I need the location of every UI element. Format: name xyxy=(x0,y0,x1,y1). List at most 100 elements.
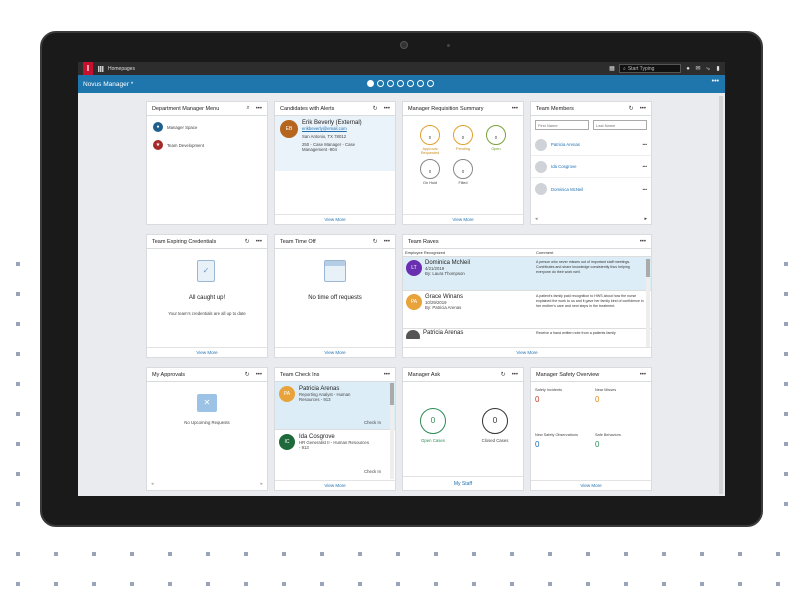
more-icon[interactable]: ••• xyxy=(512,106,518,112)
first-name-field[interactable] xyxy=(535,120,589,130)
open-count[interactable]: 0 xyxy=(486,125,506,145)
candidate-row[interactable]: EB Erik Beverly (External) erikbeverly@e… xyxy=(275,116,395,171)
scroll-right-icon[interactable]: ▸ xyxy=(644,216,647,222)
menu-item-team-development[interactable]: ★ Team Development xyxy=(153,140,261,150)
view-more-link[interactable]: View More xyxy=(275,480,395,490)
view-more-link[interactable]: View More xyxy=(403,214,523,224)
refresh-icon[interactable]: ↻ xyxy=(373,105,378,112)
barcode-icon[interactable]: ▦ xyxy=(609,66,615,72)
closed-cases-count[interactable]: 0 xyxy=(482,408,508,434)
scrollbar[interactable] xyxy=(646,259,650,347)
dot xyxy=(16,322,20,326)
page-dot[interactable] xyxy=(427,80,434,87)
user-icon[interactable]: ● xyxy=(685,66,691,72)
refresh-icon[interactable]: ↻ xyxy=(245,238,250,245)
dot xyxy=(206,582,210,586)
refresh-icon[interactable]: ↻ xyxy=(373,238,378,245)
check-in-button[interactable]: Check In xyxy=(364,469,381,474)
member-name[interactable]: Ida Cosgrove xyxy=(551,164,642,169)
avatar xyxy=(406,330,420,339)
card-team-check-ins: Team Check Ins ••• PA Patricia Arenas Rep… xyxy=(274,367,396,491)
page-dot[interactable] xyxy=(417,80,424,87)
page-dot[interactable] xyxy=(397,80,404,87)
apps-grid-icon[interactable] xyxy=(98,65,104,72)
dot xyxy=(92,582,96,586)
check-in-role: HR Generalist II - Human Resources xyxy=(299,440,369,445)
dot xyxy=(244,582,248,586)
check-in-row[interactable]: IC Ida Cosgrove HR Generalist II - Human… xyxy=(275,430,395,478)
safety-value[interactable]: 0 xyxy=(535,440,539,449)
dot xyxy=(548,552,552,556)
more-icon[interactable]: ••• xyxy=(256,372,262,378)
scroll-left-icon[interactable]: ◂ xyxy=(151,481,154,487)
check-in-button[interactable]: Check In xyxy=(364,420,381,425)
search-icon[interactable]: ⌕ xyxy=(246,105,249,112)
more-icon[interactable]: ••• xyxy=(642,142,647,147)
dot xyxy=(358,552,362,556)
approval-requested-count[interactable]: 0 xyxy=(420,125,440,145)
team-member-row[interactable]: Patricia Arenas ••• xyxy=(531,134,651,156)
breadcrumb[interactable]: Homepages xyxy=(108,66,135,72)
card-team-time-off: Team Time Off ↻ ••• No time off requests V… xyxy=(274,234,396,358)
scrollbar[interactable] xyxy=(390,383,394,479)
mail-icon[interactable]: ✉ xyxy=(695,66,701,72)
card-title: Department Manager Menu xyxy=(152,105,220,112)
more-icon[interactable]: ••• xyxy=(642,187,647,192)
check-in-role-2: - 913 xyxy=(299,445,309,450)
view-more-link[interactable]: View More xyxy=(275,214,395,224)
refresh-icon[interactable]: ↻ xyxy=(501,371,506,378)
safety-value[interactable]: 0 xyxy=(535,395,539,404)
refresh-icon[interactable]: ↻ xyxy=(629,105,634,112)
on-hold-count[interactable]: 0 xyxy=(420,159,440,179)
candidate-email[interactable]: erikbeverly@email.com xyxy=(302,126,362,131)
page-dot[interactable] xyxy=(407,80,414,87)
last-name-field[interactable] xyxy=(593,120,647,130)
refresh-icon[interactable]: ↻ xyxy=(245,371,250,378)
view-more-link[interactable]: View More xyxy=(275,347,395,357)
page-title[interactable]: Novus Manager * xyxy=(83,81,133,88)
pending-count[interactable]: 0 xyxy=(453,125,473,145)
page-scrollbar[interactable] xyxy=(719,96,723,494)
member-name[interactable]: Patricia Arenas xyxy=(551,142,642,147)
more-icon[interactable]: ••• xyxy=(640,372,646,378)
member-name[interactable]: Dominica McNeil xyxy=(551,187,642,192)
share-icon[interactable]: ⤷ xyxy=(705,66,711,72)
check-in-row[interactable]: PA Patricia Arenas Reporting Analyst - H… xyxy=(275,382,395,430)
more-icon[interactable]: ••• xyxy=(640,239,646,245)
bookmark-icon[interactable]: ▮ xyxy=(715,66,721,72)
more-icon[interactable]: ••• xyxy=(256,106,262,112)
view-more-link[interactable]: View More xyxy=(531,480,651,490)
search-input[interactable]: ⌕ Start Typing xyxy=(619,64,681,73)
view-more-link[interactable]: View More xyxy=(147,347,267,357)
team-member-row[interactable]: Ida Cosgrove ••• xyxy=(531,156,651,178)
more-icon[interactable]: ••• xyxy=(642,164,647,169)
menu-item-manager-space[interactable]: ● Manager Space xyxy=(153,122,261,132)
more-icon[interactable]: ••• xyxy=(640,106,646,112)
more-icon[interactable]: ••• xyxy=(384,239,390,245)
dot xyxy=(624,552,628,556)
team-member-row[interactable]: Dominica McNeil ••• xyxy=(531,178,651,200)
card-title: My Approvals xyxy=(152,371,186,378)
filled-count[interactable]: 0 xyxy=(453,159,473,179)
open-cases-count[interactable]: 0 xyxy=(420,408,446,434)
view-more-link[interactable]: View More xyxy=(403,347,651,357)
my-staff-link[interactable]: My Staff xyxy=(403,476,523,490)
brand-logo[interactable]: I xyxy=(83,62,93,75)
more-icon[interactable]: ••• xyxy=(512,372,518,378)
scroll-right-icon[interactable]: ▸ xyxy=(260,481,263,487)
page-indicator[interactable] xyxy=(367,80,434,87)
more-icon[interactable]: ••• xyxy=(384,106,390,112)
page-dot[interactable] xyxy=(387,80,394,87)
card-requisition-summary: Manager Requisition Summary ••• 0 Approva… xyxy=(402,101,524,225)
page-dot[interactable] xyxy=(367,80,374,87)
scroll-left-icon[interactable]: ◂ xyxy=(535,216,538,222)
more-icon[interactable]: ••• xyxy=(384,372,390,378)
safety-value[interactable]: 0 xyxy=(595,440,599,449)
more-icon[interactable]: ••• xyxy=(256,239,262,245)
rave-row[interactable]: PA Grace Winans 10/29/2019 By: Patricia Ar… xyxy=(403,291,651,329)
rave-row[interactable]: Patricia Arenas Receive a hand written n… xyxy=(403,329,651,339)
page-dot[interactable] xyxy=(377,80,384,87)
more-icon[interactable]: ••• xyxy=(712,78,719,85)
safety-value[interactable]: 0 xyxy=(595,395,599,404)
rave-row[interactable]: LT Dominica McNeil 4/21/2019 By: Laura Tho… xyxy=(403,257,651,291)
